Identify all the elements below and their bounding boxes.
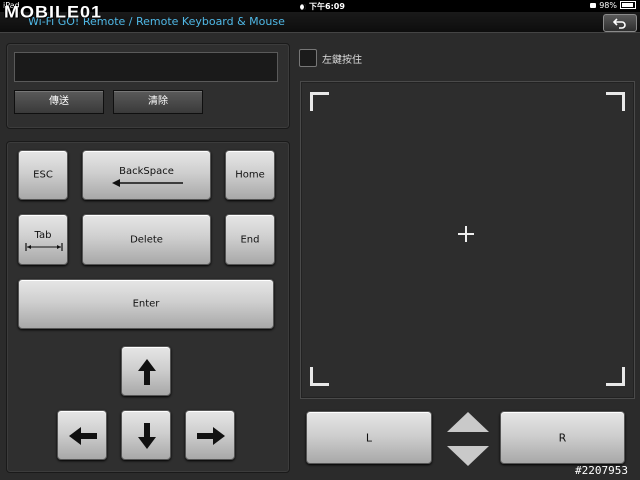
text-input[interactable] (14, 52, 278, 82)
tab-arrows-icon (25, 243, 63, 251)
arrow-left-icon (69, 427, 97, 445)
tab-key[interactable]: Tab (18, 214, 68, 265)
arrow-up-key[interactable] (121, 346, 171, 396)
backspace-key[interactable]: BackSpace (82, 150, 211, 200)
right-mouse-button[interactable]: R (500, 411, 625, 464)
arrow-up-icon (138, 359, 156, 385)
end-key[interactable]: End (225, 214, 275, 265)
esc-key[interactable]: ESC (18, 150, 68, 200)
battery-icon (620, 1, 636, 9)
undo-arrow-icon (612, 18, 626, 29)
home-key[interactable]: Home (225, 150, 275, 200)
arrow-right-key[interactable] (185, 410, 235, 460)
crosshair-icon (458, 226, 474, 242)
arrow-down-icon (138, 423, 156, 449)
moon-icon (300, 4, 306, 10)
touchpad-corner-bottom-right (606, 367, 625, 386)
status-time: 下午6:09 (300, 1, 345, 12)
scroll-down-button[interactable] (447, 446, 489, 466)
touchpad-corner-top-left (310, 92, 329, 111)
delete-key[interactable]: Delete (82, 214, 211, 265)
lock-icon (590, 3, 597, 8)
arrow-down-key[interactable] (121, 410, 171, 460)
hold-left-label: 左鍵按住 (322, 55, 362, 66)
enter-key-label: Enter (132, 298, 160, 310)
delete-key-label: Delete (130, 234, 163, 245)
battery-status: 98% (590, 1, 636, 10)
left-mouse-label: L (365, 431, 373, 444)
esc-key-label: ESC (33, 169, 53, 181)
right-mouse-label: R (558, 431, 567, 444)
watermark-text: #2207953 (575, 464, 628, 477)
touchpad-corner-top-right (606, 92, 625, 111)
backspace-key-label: BackSpace (119, 166, 174, 177)
tab-key-label: Tab (34, 230, 52, 241)
scroll-up-button[interactable] (447, 412, 489, 432)
arrow-right-icon (197, 427, 225, 445)
end-key-label: End (240, 234, 260, 245)
backspace-arrow-icon (112, 179, 183, 187)
enter-key[interactable]: Enter (18, 279, 274, 329)
touchpad-corner-bottom-left (310, 367, 329, 386)
arrow-left-key[interactable] (57, 410, 107, 460)
left-mouse-button[interactable]: L (306, 411, 432, 464)
hold-left-checkbox[interactable] (299, 49, 317, 67)
clear-button[interactable]: 清除 (113, 90, 203, 114)
home-key-label: Home (235, 169, 265, 181)
mobile01-logo: MOBILE01 (4, 3, 103, 22)
back-button[interactable] (603, 14, 637, 32)
send-button[interactable]: 傳送 (14, 90, 104, 114)
